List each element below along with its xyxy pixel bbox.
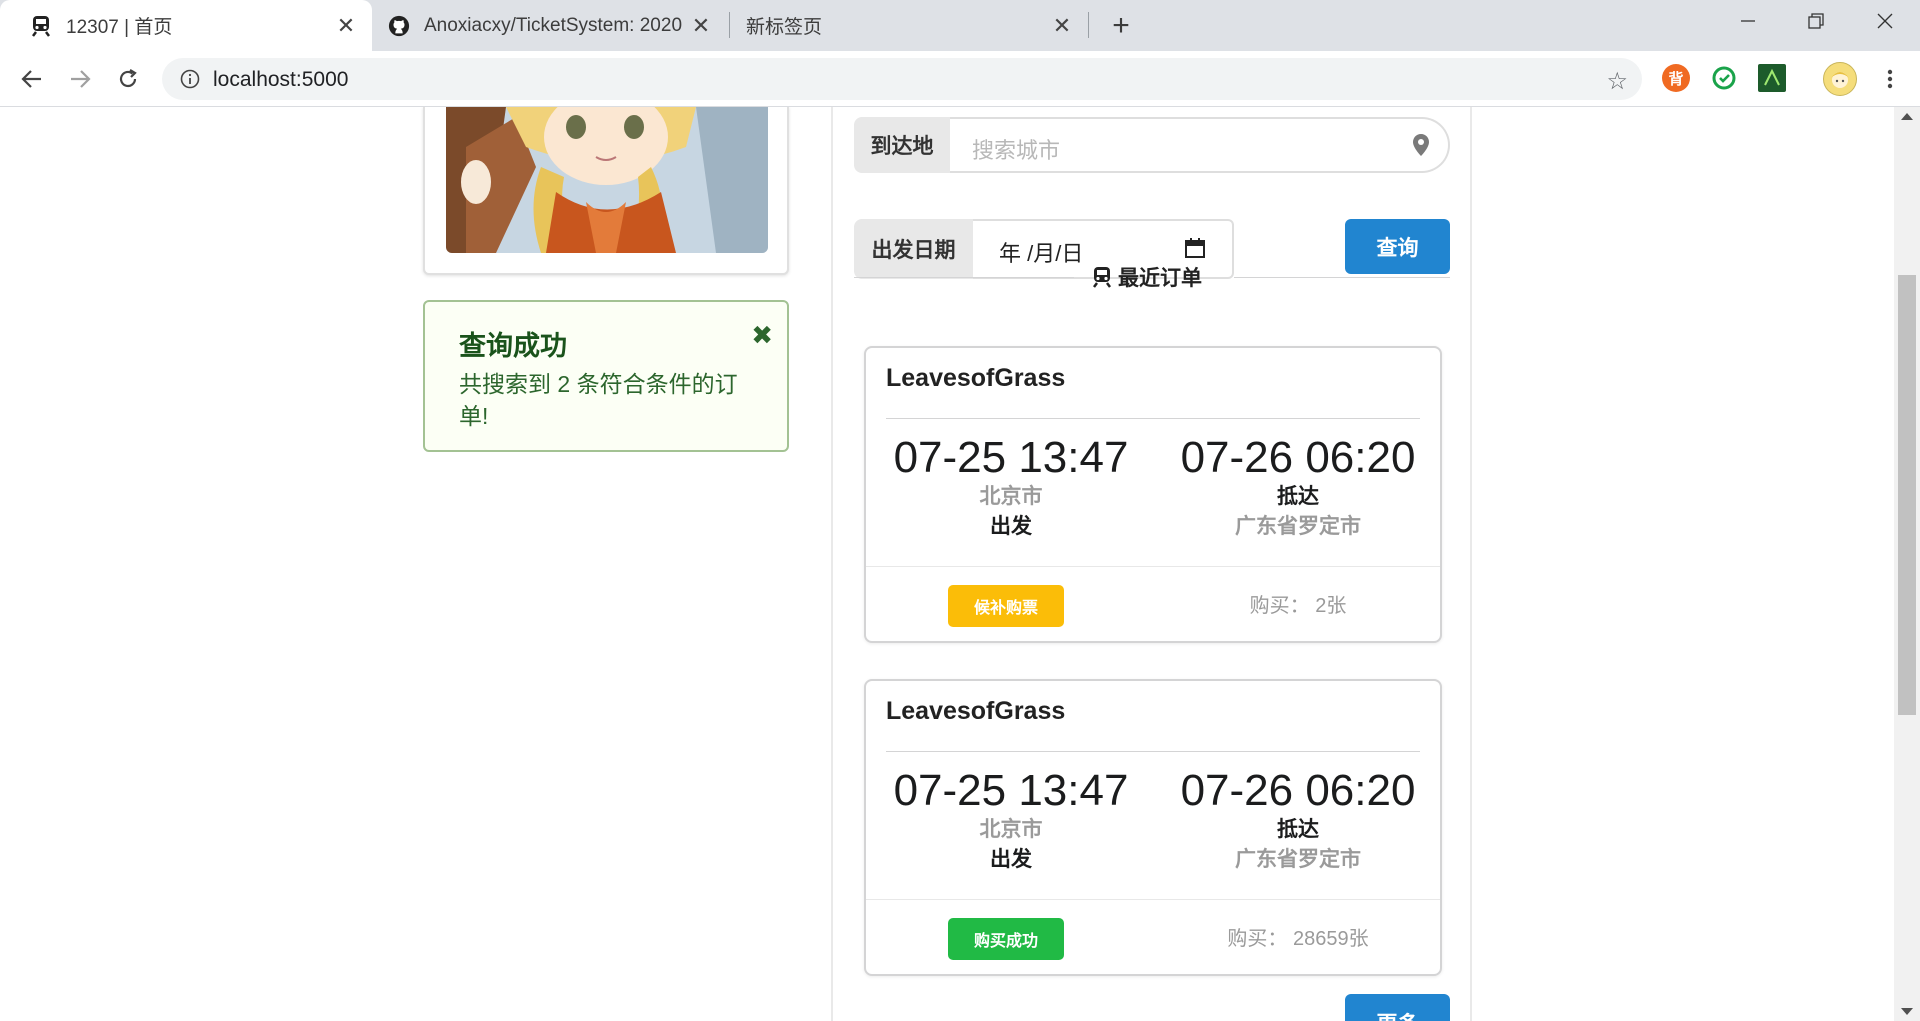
new-tab-button[interactable]: +: [1104, 9, 1138, 42]
train-name: LeavesofGrass: [886, 697, 1066, 725]
github-icon: [388, 15, 410, 37]
page-viewport: 查询成功 共搜索到 2 条符合条件的订单! ✖ 到达地 搜索城市 出发日期 年 …: [0, 107, 1894, 1021]
bookmark-star-icon[interactable]: ☆: [1606, 67, 1628, 96]
arrival-city-group: 到达地 搜索城市: [854, 117, 1450, 173]
url-text[interactable]: localhost:5000: [213, 68, 348, 92]
address-bar[interactable]: localhost:5000 ☆: [162, 58, 1642, 100]
tab-strip: 12307 | 首页 ✕ Anoxiacxy/TicketSystem: 202…: [0, 0, 1920, 51]
close-icon[interactable]: ✕: [689, 13, 713, 38]
depart-label: 出发: [990, 848, 1032, 871]
browser-toolbar: localhost:5000 ☆ 背: [0, 51, 1920, 107]
arrive-label: 抵达: [1277, 818, 1319, 841]
back-button[interactable]: [14, 61, 50, 97]
extension-terminal-icon[interactable]: [1758, 64, 1786, 92]
scrollbar-thumb[interactable]: [1898, 275, 1916, 715]
tab-title: 12307 | 首页: [66, 17, 173, 38]
status-button[interactable]: 候补购票: [948, 585, 1064, 627]
tab-separator: [1088, 12, 1089, 38]
train-name: LeavesofGrass: [886, 364, 1066, 392]
close-icon[interactable]: ✕: [334, 13, 358, 38]
avatar-card: [423, 107, 789, 275]
column-divider: [831, 107, 833, 1021]
column-divider: [1470, 107, 1472, 1021]
arrive-city: 广东省罗定市: [1235, 515, 1361, 538]
restore-button[interactable]: [1781, 0, 1851, 42]
forward-button[interactable]: [62, 61, 98, 97]
close-window-button[interactable]: [1850, 0, 1920, 42]
arrive-city: 广东省罗定市: [1235, 848, 1361, 871]
order-card[interactable]: LeavesofGrass 07-25 13:47 北京市 出发 07-26 0…: [864, 679, 1442, 976]
depart-label: 出发: [990, 515, 1032, 538]
page-scrollbar[interactable]: [1894, 107, 1920, 1021]
card-divider: [886, 751, 1420, 752]
close-icon[interactable]: ✕: [1050, 13, 1074, 38]
order-footer: 候补购票 购买： 2张: [866, 566, 1440, 641]
departure-info: 07-25 13:47 北京市 出发: [876, 434, 1146, 542]
profile-avatar[interactable]: [1823, 62, 1857, 96]
depart-time: 07-25 13:47: [893, 766, 1129, 815]
divider-line: [854, 277, 1074, 278]
arrival-info: 07-26 06:20 抵达 广东省罗定市: [1163, 434, 1433, 542]
arrival-info: 07-26 06:20 抵达 广东省罗定市: [1163, 767, 1433, 875]
extension-sync-icon[interactable]: [1710, 64, 1738, 92]
tab-home[interactable]: 12307 | 首页 ✕: [0, 0, 372, 51]
minimize-button[interactable]: [1713, 0, 1783, 42]
close-icon[interactable]: ✖: [751, 320, 773, 351]
arrival-placeholder: 搜索城市: [972, 138, 1061, 163]
depart-time: 07-25 13:47: [893, 433, 1129, 482]
departure-info: 07-25 13:47 北京市 出发: [876, 767, 1146, 875]
map-marker-icon: [1412, 133, 1430, 163]
more-button[interactable]: 更多: [1345, 994, 1450, 1021]
extension-bei-icon[interactable]: 背: [1662, 64, 1690, 92]
recent-orders-header: 最近订单: [854, 262, 1450, 292]
order-card[interactable]: LeavesofGrass 07-25 13:47 北京市 出发 07-26 0…: [864, 346, 1442, 643]
arrive-time: 07-26 06:20: [1180, 766, 1416, 815]
success-alert: 查询成功 共搜索到 2 条符合条件的订单! ✖: [423, 300, 789, 452]
purchase-quantity: 购买： 2张: [1249, 595, 1347, 617]
depart-city: 北京市: [979, 818, 1043, 841]
arrival-label: 到达地: [854, 117, 950, 173]
order-footer: 购买成功 购买： 28659张: [866, 899, 1440, 974]
purchase-quantity: 购买： 28659张: [1227, 928, 1369, 950]
status-button[interactable]: 购买成功: [948, 918, 1064, 960]
tab-github[interactable]: Anoxiacxy/TicketSystem: 2020 ✕: [372, 0, 727, 51]
scroll-down-icon[interactable]: [1901, 1008, 1913, 1015]
info-icon[interactable]: [180, 69, 200, 89]
reload-button[interactable]: [110, 61, 146, 97]
arrive-label: 抵达: [1277, 485, 1319, 508]
recent-orders-title: 最近订单: [1118, 267, 1202, 290]
alert-title: 查询成功: [459, 331, 567, 361]
menu-kebab-icon[interactable]: [1872, 61, 1908, 97]
arrive-time: 07-26 06:20: [1180, 433, 1416, 482]
scroll-up-icon[interactable]: [1901, 113, 1913, 120]
depart-city: 北京市: [979, 485, 1043, 508]
card-divider: [886, 418, 1420, 419]
tab-newtab[interactable]: 新标签页 ✕: [730, 0, 1088, 51]
alert-message: 共搜索到 2 条符合条件的订单!: [459, 371, 738, 429]
avatar-image: [446, 107, 768, 253]
calendar-icon[interactable]: [1184, 237, 1206, 265]
divider-line: [1234, 277, 1450, 278]
train-icon: [30, 15, 52, 37]
tab-title: Anoxiacxy/TicketSystem: 2020: [424, 14, 683, 36]
arrival-city-input[interactable]: 搜索城市: [950, 117, 1450, 173]
tab-title: 新标签页: [746, 17, 823, 38]
train-icon: [1092, 266, 1112, 288]
